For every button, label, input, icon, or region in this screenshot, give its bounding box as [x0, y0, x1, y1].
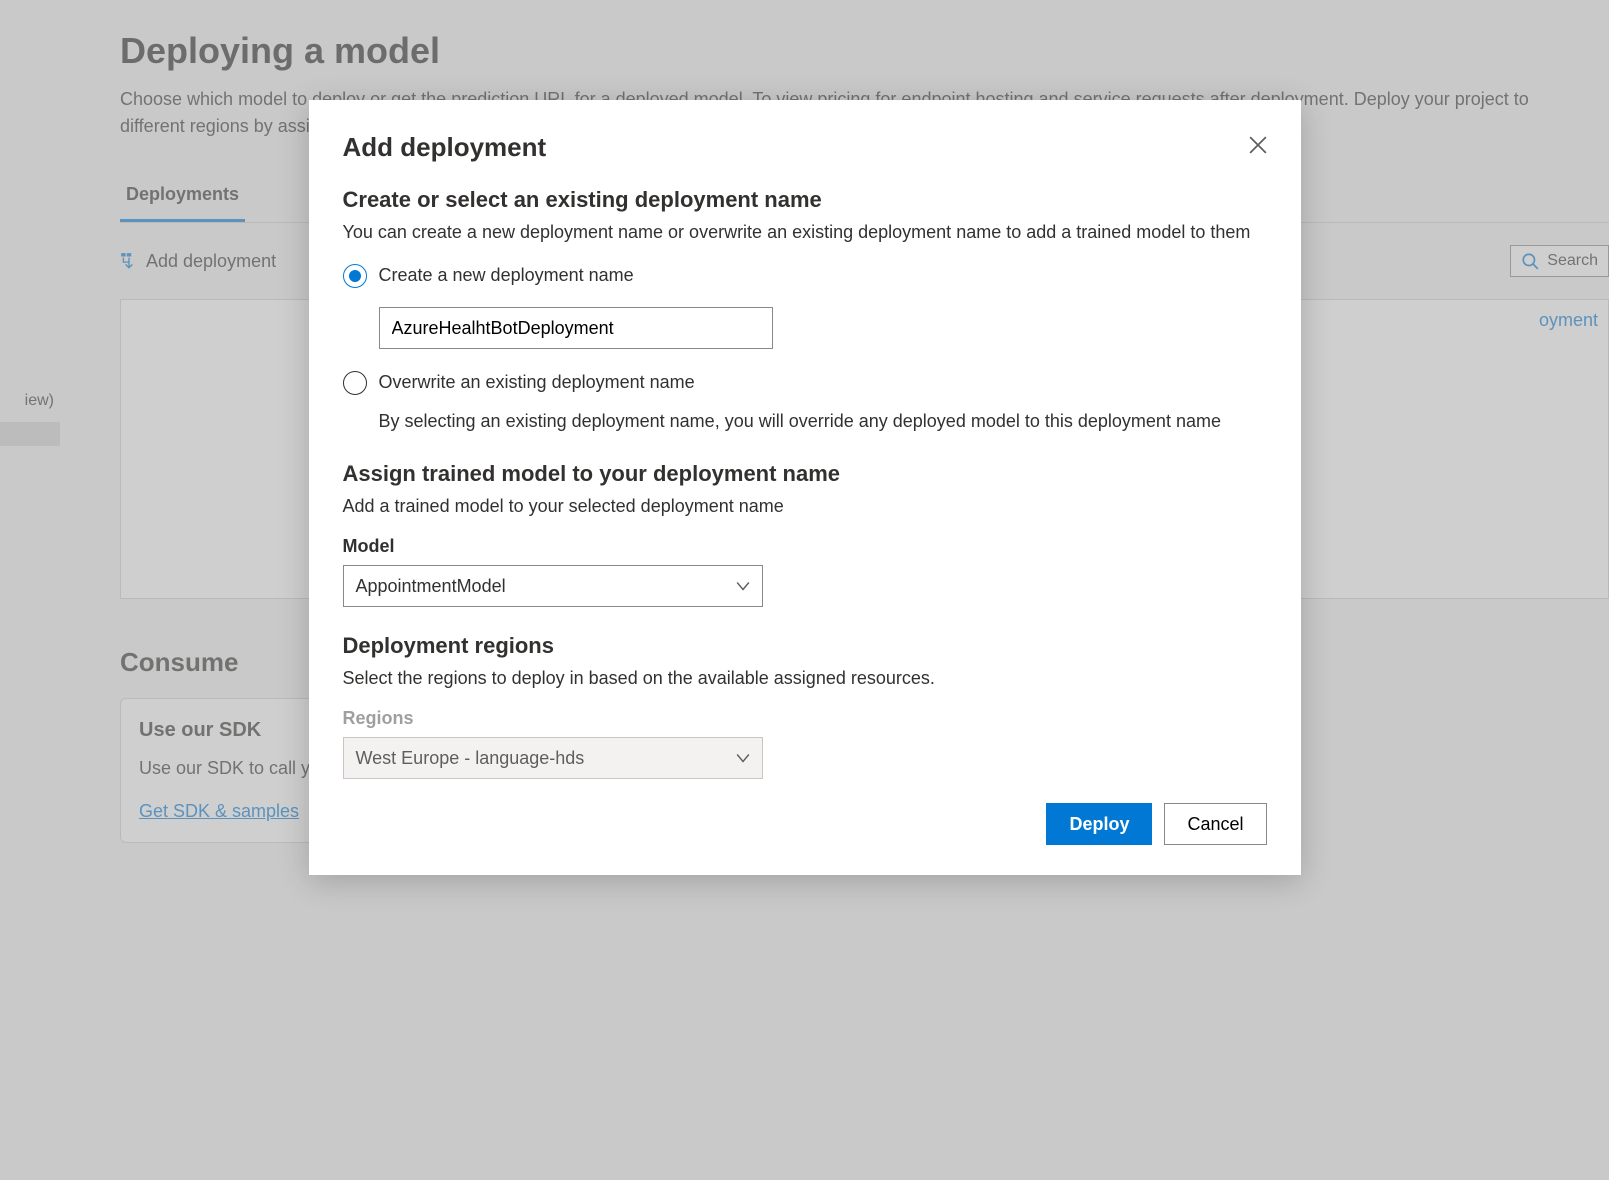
section-deployment-name: Create or select an existing deployment … [343, 187, 1267, 435]
section3-desc: Select the regions to deploy in based on… [343, 665, 1267, 692]
cancel-button[interactable]: Cancel [1164, 803, 1266, 845]
modal-title: Add deployment [343, 132, 547, 163]
radio-overwrite-label: Overwrite an existing deployment name [379, 369, 695, 396]
radio-create-label: Create a new deployment name [379, 262, 634, 289]
add-deployment-modal: Add deployment Create or select an exist… [309, 100, 1301, 875]
model-select[interactable]: AppointmentModel [343, 565, 763, 607]
regions-label: Regions [343, 708, 1267, 729]
radio-overwrite[interactable] [343, 371, 367, 395]
close-icon[interactable] [1249, 136, 1267, 154]
section2-title: Assign trained model to your deployment … [343, 461, 1267, 487]
regions-select: West Europe - language-hds [343, 737, 763, 779]
regions-value: West Europe - language-hds [356, 748, 585, 769]
radio-create-row[interactable]: Create a new deployment name [343, 262, 1267, 289]
section1-title: Create or select an existing deployment … [343, 187, 1267, 213]
radio-overwrite-desc: By selecting an existing deployment name… [379, 408, 1267, 435]
model-label: Model [343, 536, 1267, 557]
section-assign-model: Assign trained model to your deployment … [343, 461, 1267, 607]
section-regions: Deployment regions Select the regions to… [343, 633, 1267, 779]
modal-footer: Deploy Cancel [343, 803, 1267, 845]
modal-header: Add deployment [343, 132, 1267, 163]
deployment-name-input[interactable] [379, 307, 773, 349]
chevron-down-icon [736, 751, 750, 765]
chevron-down-icon [736, 579, 750, 593]
section1-desc: You can create a new deployment name or … [343, 219, 1267, 246]
model-value: AppointmentModel [356, 576, 506, 597]
radio-create[interactable] [343, 264, 367, 288]
section3-title: Deployment regions [343, 633, 1267, 659]
deploy-button[interactable]: Deploy [1046, 803, 1152, 845]
radio-overwrite-row[interactable]: Overwrite an existing deployment name [343, 369, 1267, 396]
section2-desc: Add a trained model to your selected dep… [343, 493, 1267, 520]
